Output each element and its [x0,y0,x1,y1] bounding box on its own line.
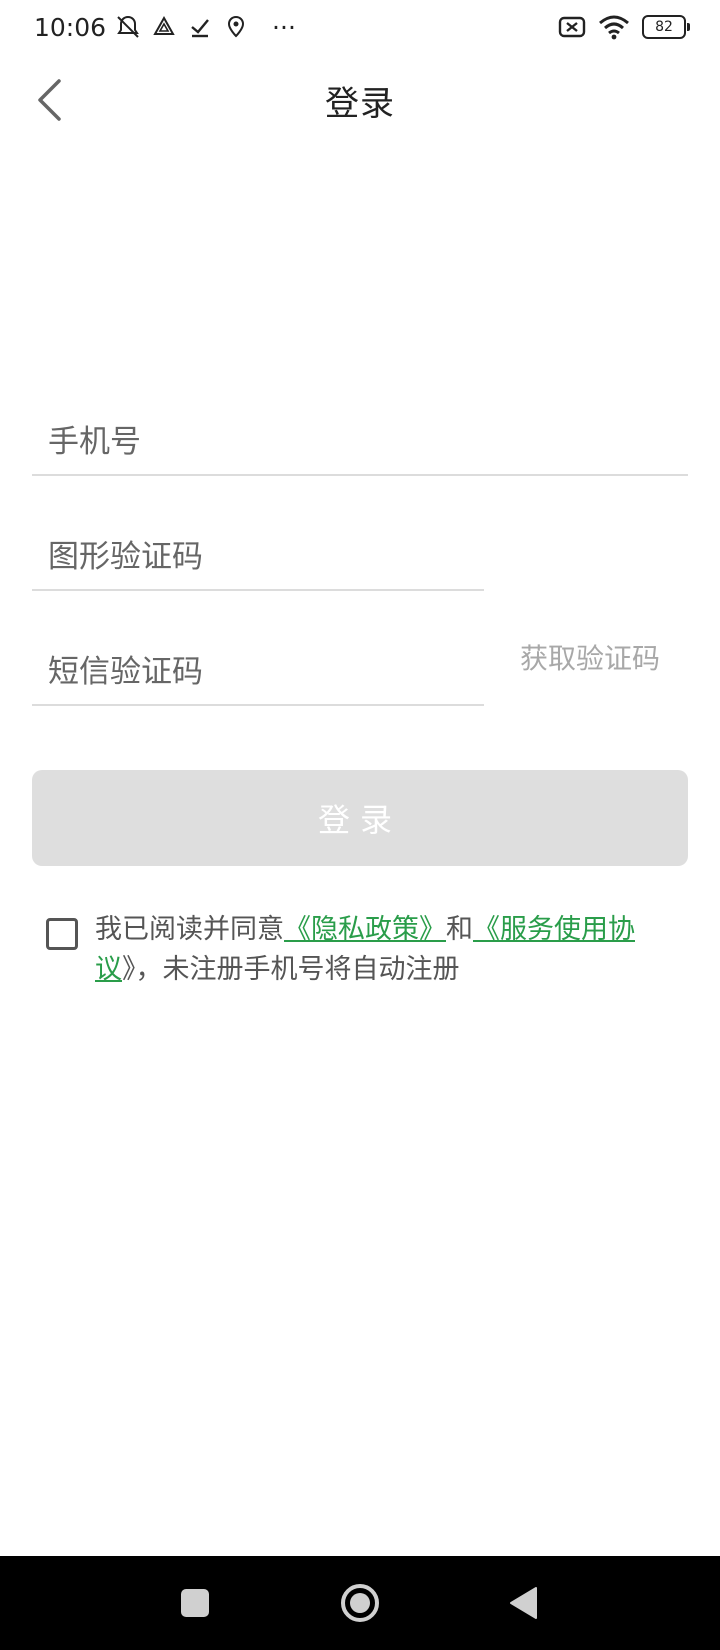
home-icon [341,1584,379,1622]
status-right: 82 [558,13,690,41]
battery-icon: 82 [642,15,690,39]
agreement-and: 和 [446,914,473,945]
login-button[interactable]: 登录 [32,770,688,866]
check-icon [186,13,214,41]
status-left: 10:06 ··· [34,13,296,42]
agreement-suffix: 》，未注册手机号将自动注册 [122,954,460,985]
status-bar: 10:06 ··· 82 [0,0,720,54]
agreement-text: 我已阅读并同意《隐私政策》和《服务使用协议》，未注册手机号将自动注册 [95,910,665,990]
recent-apps-icon [181,1589,209,1617]
get-code-button[interactable]: 获取验证码 [500,632,680,682]
mute-bell-icon [114,13,142,41]
phone-field [32,412,688,476]
status-time: 10:06 [34,12,107,42]
battery-level: 82 [655,19,673,35]
no-sim-icon [558,13,586,41]
status-more: ··· [272,12,296,42]
home-button[interactable] [315,1556,405,1650]
phone-input[interactable] [32,412,688,472]
service-agreement-link-end[interactable]: 议 [95,954,122,985]
agree-checkbox[interactable] [46,918,78,950]
drive-icon [150,13,178,41]
privacy-policy-link[interactable]: 《隐私政策》 [284,914,446,945]
wifi-icon [598,13,630,41]
back-triangle-icon [510,1587,537,1619]
service-agreement-link[interactable]: 《服务使用协 [473,914,635,945]
nav-back-button[interactable] [478,1556,568,1650]
captcha-field [32,527,484,591]
title-bar: 登录 [0,58,720,138]
sms-code-field [32,642,484,706]
location-icon [222,13,250,41]
captcha-input[interactable] [32,527,484,587]
page-title: 登录 [325,84,395,124]
recent-apps-button[interactable] [150,1556,240,1650]
agreement: 我已阅读并同意《隐私政策》和《服务使用协议》，未注册手机号将自动注册 [46,910,686,990]
sms-code-input[interactable] [32,642,484,702]
agreement-prefix: 我已阅读并同意 [95,914,284,945]
nav-bar [0,1556,720,1650]
